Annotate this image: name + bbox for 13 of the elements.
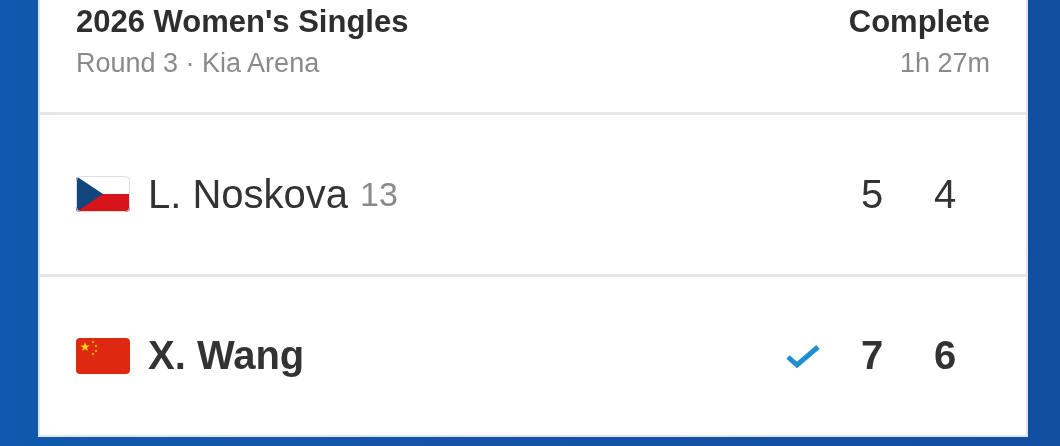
match-status: Complete	[848, 4, 990, 40]
match-duration: 1h 27m	[899, 47, 990, 80]
flag-icon	[76, 337, 130, 374]
player-name: L. Noskova	[148, 171, 349, 217]
event-title: 2026 Women's Singles	[76, 4, 409, 40]
player-name: X. Wang	[148, 333, 305, 379]
event-subtitle: Round 3 · Kia Arena	[76, 47, 321, 80]
player-seed: 13	[360, 174, 398, 214]
set-score: 4	[932, 171, 958, 217]
flag-icon	[76, 176, 130, 213]
set-score: 6	[932, 333, 958, 379]
set-score: 5	[859, 171, 885, 217]
set-score: 7	[859, 333, 885, 379]
